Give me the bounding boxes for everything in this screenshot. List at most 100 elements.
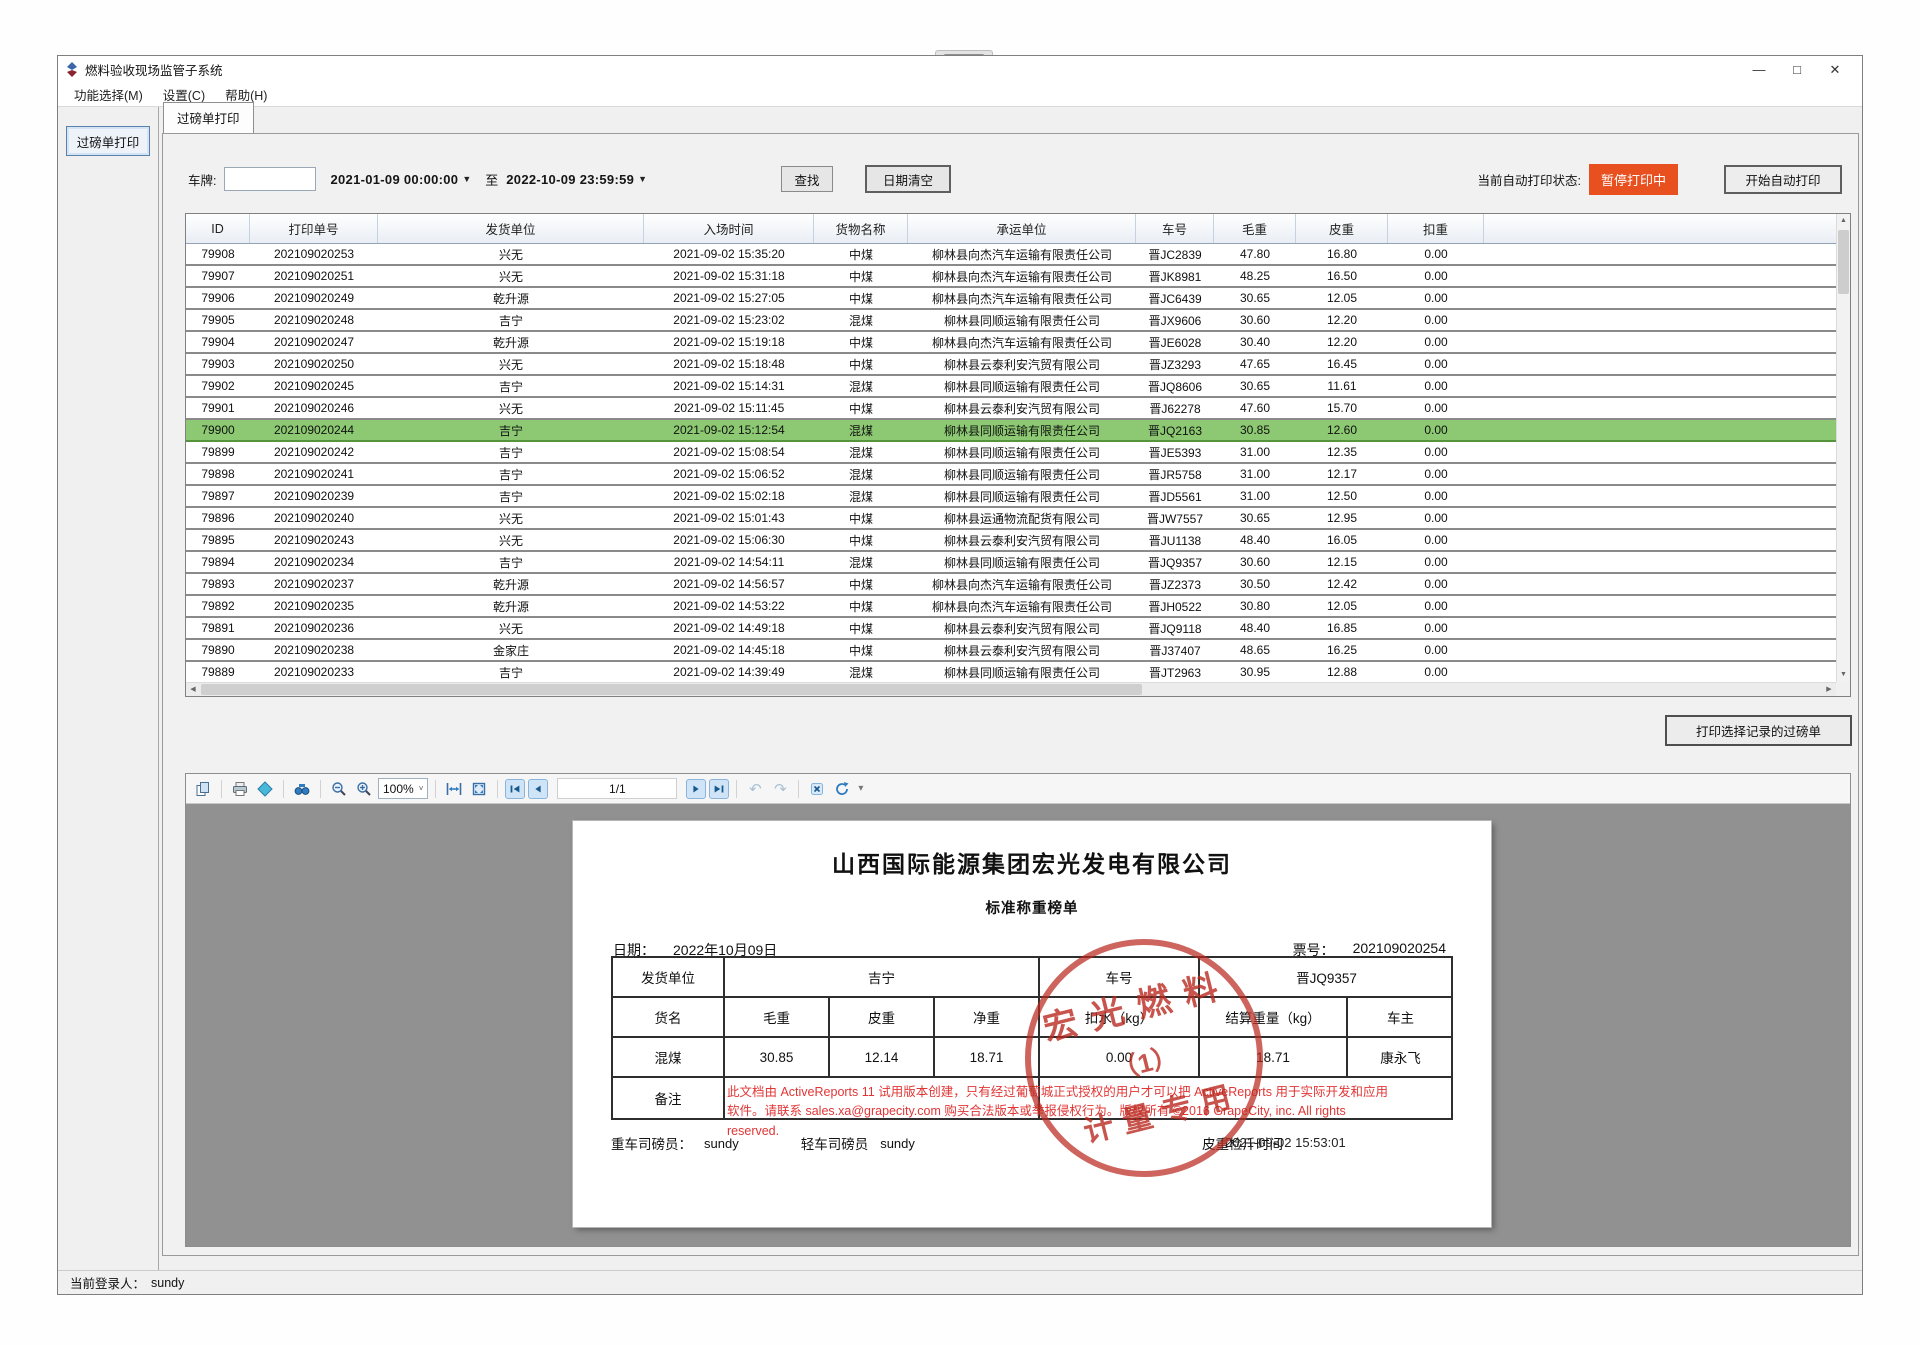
scroll-right-icon[interactable]: ▶ (1822, 683, 1836, 697)
table-cell: 混煤 (814, 376, 908, 396)
column-header[interactable]: 入场时间 (644, 214, 814, 243)
minimize-button[interactable]: — (1740, 62, 1778, 77)
column-header[interactable]: 货物名称 (814, 214, 908, 243)
scroll-down-icon[interactable]: ▼ (1837, 668, 1850, 682)
first-page-icon[interactable] (505, 779, 525, 799)
prev-page-icon[interactable] (528, 779, 548, 799)
table-cell: 79895 (186, 530, 250, 550)
table-row[interactable]: 79902202109020245吉宁2021-09-02 15:14:31混煤… (186, 376, 1836, 398)
export-icon[interactable] (254, 778, 276, 800)
sidebar-weighbridge-print-button[interactable]: 过磅单打印 (66, 126, 150, 156)
copy-icon[interactable] (192, 778, 214, 800)
last-page-icon[interactable] (709, 779, 729, 799)
column-header[interactable]: 毛重 (1214, 214, 1296, 243)
table-row[interactable]: 79908202109020253兴无2021-09-02 15:35:20中煤… (186, 244, 1836, 266)
table-row[interactable]: 79904202109020247乾升源2021-09-02 15:19:18中… (186, 332, 1836, 354)
table-row[interactable]: 79895202109020243兴无2021-09-02 15:06:30中煤… (186, 530, 1836, 552)
table-cell: 2021-09-02 14:45:18 (644, 640, 814, 660)
records-table: ID打印单号发货单位入场时间货物名称承运单位车号毛重皮重扣重 799082021… (185, 213, 1851, 697)
vertical-scroll-thumb[interactable] (1838, 230, 1849, 294)
maximize-button[interactable]: □ (1778, 62, 1816, 77)
refresh-icon[interactable] (831, 778, 853, 800)
zoom-out-icon[interactable] (328, 778, 350, 800)
close-button[interactable]: ✕ (1816, 62, 1854, 78)
zoom-select[interactable]: 100%˅ (378, 778, 428, 799)
table-cell: 0.00 (1388, 596, 1484, 616)
history-forward-icon[interactable]: ↷ (769, 778, 791, 800)
table-cell: 中煤 (814, 640, 908, 660)
start-auto-print-button[interactable]: 开始自动打印 (1724, 165, 1842, 194)
column-header[interactable]: 打印单号 (250, 214, 378, 243)
table-cell: 中煤 (814, 508, 908, 528)
chevron-down-icon[interactable]: ▼ (462, 174, 471, 184)
clear-dates-button[interactable]: 日期清空 (865, 165, 951, 193)
scroll-up-icon[interactable]: ▲ (1837, 214, 1850, 228)
table-row[interactable]: 79889202109020233吉宁2021-09-02 14:39:49混煤… (186, 662, 1836, 682)
table-cell: 31.00 (1214, 486, 1296, 506)
print-icon[interactable] (229, 778, 251, 800)
tab-weighbridge-print[interactable]: 过磅单打印 (163, 102, 254, 133)
table-row[interactable]: 79897202109020239吉宁2021-09-02 15:02:18混煤… (186, 486, 1836, 508)
vertical-scrollbar[interactable]: ▲ ▼ (1836, 214, 1850, 682)
table-cell: 30.65 (1214, 288, 1296, 308)
column-header[interactable]: 扣重 (1388, 214, 1484, 243)
chevron-down-icon[interactable]: ▼ (638, 174, 647, 184)
column-header[interactable]: 皮重 (1296, 214, 1388, 243)
table-cell: 79897 (186, 486, 250, 506)
table-row[interactable]: 79896202109020240兴无2021-09-02 15:01:43中煤… (186, 508, 1836, 530)
page-indicator[interactable]: 1/1 (557, 778, 677, 799)
table-cell: 48.25 (1214, 266, 1296, 286)
find-icon[interactable] (291, 778, 313, 800)
preview-area[interactable]: 山西国际能源集团宏光发电有限公司 标准称重榜单 日期： 2022年10月09日 … (186, 804, 1850, 1246)
table-cell: 柳林县向杰汽车运输有限责任公司 (908, 596, 1136, 616)
menu-item[interactable]: 功能选择(M) (64, 82, 153, 107)
column-header[interactable]: 车号 (1136, 214, 1214, 243)
table-row[interactable]: 79898202109020241吉宁2021-09-02 15:06:52混煤… (186, 464, 1836, 486)
plate-input[interactable] (224, 167, 316, 191)
preview-toolbar: 100%˅ 1/1 ↶↷ ▾ (186, 774, 1850, 804)
find-button[interactable]: 查找 (781, 166, 833, 192)
horizontal-scrollbar[interactable]: ◀ ▶ (186, 682, 1836, 696)
scroll-left-icon[interactable]: ◀ (186, 683, 200, 697)
table-cell-filler (1484, 574, 1836, 594)
table-row[interactable]: 79890202109020238金家庄2021-09-02 14:45:18中… (186, 640, 1836, 662)
print-selected-button[interactable]: 打印选择记录的过磅单 (1665, 715, 1852, 746)
auto-print-status-badge[interactable]: 暂停打印中 (1589, 164, 1678, 195)
table-row[interactable]: 79893202109020237乾升源2021-09-02 14:56:57中… (186, 574, 1836, 596)
table-row[interactable]: 79900202109020244吉宁2021-09-02 15:12:54混煤… (186, 420, 1836, 442)
table-cell: 202109020233 (250, 662, 378, 682)
zoom-in-icon[interactable] (353, 778, 375, 800)
more-icon[interactable]: ▾ (858, 783, 863, 794)
table-cell: 柳林县云泰利安汽贸有限公司 (908, 640, 1136, 660)
cancel-icon[interactable] (806, 778, 828, 800)
history-back-icon[interactable]: ↶ (744, 778, 766, 800)
table-cell: 11.61 (1296, 376, 1388, 396)
table-row[interactable]: 79903202109020250兴无2021-09-02 15:18:48中煤… (186, 354, 1836, 376)
table-row[interactable]: 79906202109020249乾升源2021-09-02 15:27:05中… (186, 288, 1836, 310)
table-row[interactable]: 79905202109020248吉宁2021-09-02 15:23:02混煤… (186, 310, 1836, 332)
date-from-picker[interactable]: 2021-01-09 00:00:00 (330, 172, 458, 187)
table-row[interactable]: 79891202109020236兴无2021-09-02 14:49:18中煤… (186, 618, 1836, 640)
table-cell: 2021-09-02 15:23:02 (644, 310, 814, 330)
table-cell: 晋JQ9118 (1136, 618, 1214, 638)
next-page-icon[interactable] (686, 779, 706, 799)
table-row[interactable]: 79899202109020242吉宁2021-09-02 15:08:54混煤… (186, 442, 1836, 464)
table-cell: 吉宁 (378, 442, 644, 462)
date-to-picker[interactable]: 2022-10-09 23:59:59 (506, 172, 634, 187)
table-cell: 0.00 (1388, 420, 1484, 440)
column-header[interactable]: 发货单位 (378, 214, 644, 243)
table-cell: 柳林县向杰汽车运输有限责任公司 (908, 266, 1136, 286)
fit-page-icon[interactable] (468, 778, 490, 800)
fit-width-icon[interactable] (443, 778, 465, 800)
column-header[interactable]: 承运单位 (908, 214, 1136, 243)
table-row[interactable]: 79907202109020251兴无2021-09-02 15:31:18中煤… (186, 266, 1836, 288)
table-row[interactable]: 79894202109020234吉宁2021-09-02 14:54:11混煤… (186, 552, 1836, 574)
column-header[interactable]: ID (186, 214, 250, 243)
table-cell: 2021-09-02 14:49:18 (644, 618, 814, 638)
horizontal-scroll-thumb[interactable] (201, 684, 1142, 695)
table-cell: 2021-09-02 15:12:54 (644, 420, 814, 440)
table-row[interactable]: 79892202109020235乾升源2021-09-02 14:53:22中… (186, 596, 1836, 618)
toolbar-separator (736, 780, 737, 798)
table-row[interactable]: 79901202109020246兴无2021-09-02 15:11:45中煤… (186, 398, 1836, 420)
table-cell: 柳林县同顺运输有限责任公司 (908, 376, 1136, 396)
